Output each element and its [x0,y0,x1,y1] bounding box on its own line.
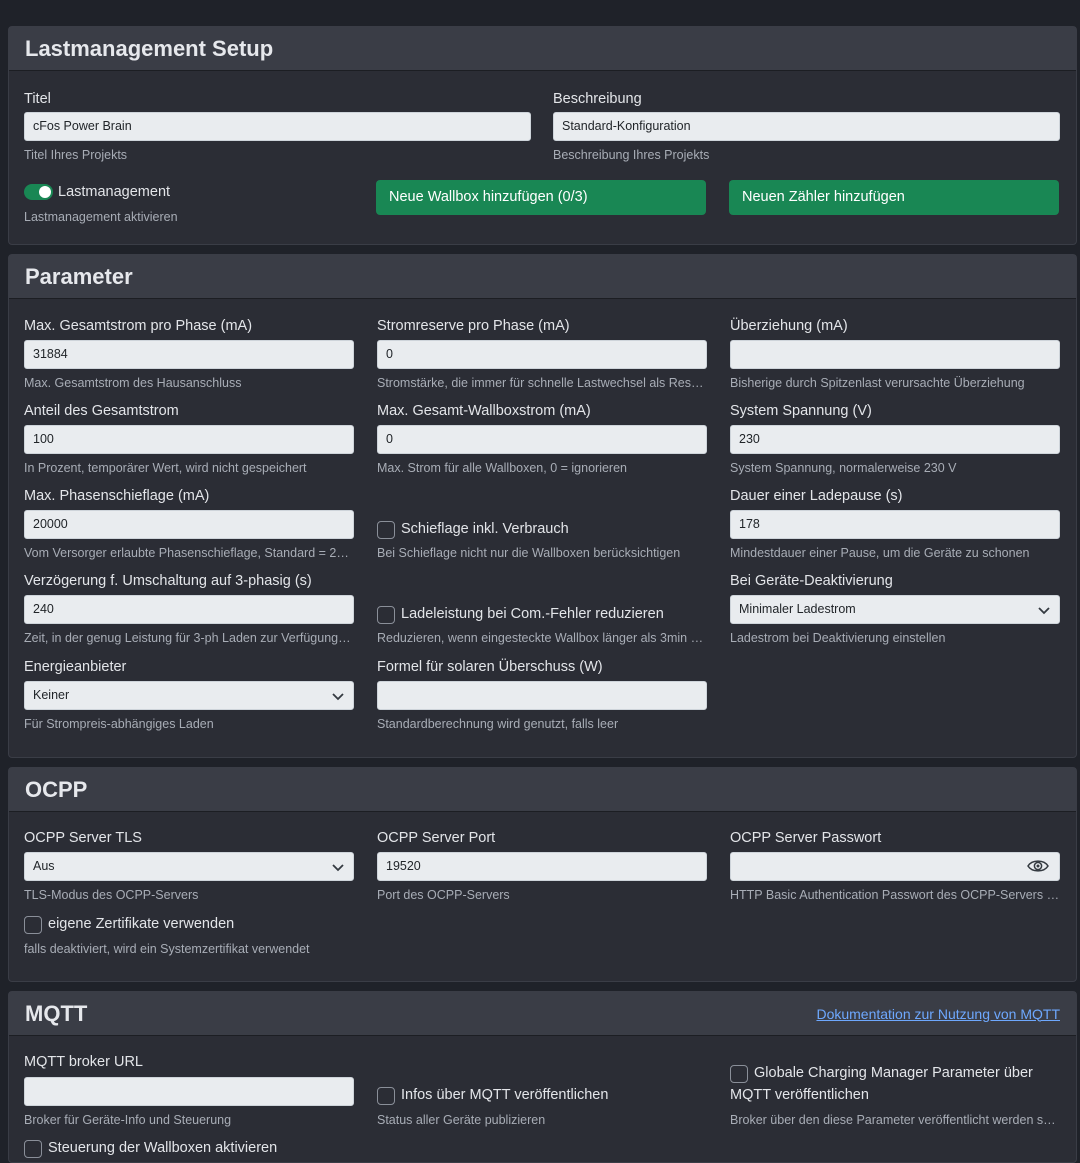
lastmanagement-toggle[interactable] [24,184,53,200]
chevron-down-icon [332,864,344,872]
energieanbieter-help: Für Strompreis-abhängiges Laden [24,717,214,731]
max-wallboxstrom-label: Max. Gesamt-Wallboxstrom (mA) [377,403,591,419]
schieflage-help: Vom Versorger erlaubte Phasenschieflage,… [24,546,354,560]
max-wallboxstrom-help: Max. Strom für alle Wallboxen, 0 = ignor… [377,461,627,475]
broker-label: MQTT broker URL [24,1054,143,1070]
max-wallboxstrom-input[interactable]: 0 [377,425,707,454]
formel-input[interactable] [377,681,707,710]
parameter-card: Parameter Max. Gesamtstrom pro Phase (mA… [8,254,1077,758]
formel-help: Standardberechnung wird genutzt, falls l… [377,717,619,731]
setup-header: Lastmanagement Setup [9,27,1076,71]
verzoegerung-help: Zeit, in der genug Leistung für 3-ph Lad… [24,631,354,645]
max-gesamtstrom-help: Max. Gesamtstrom des Hausanschluss [24,376,242,390]
spannung-input[interactable]: 230 [730,425,1060,454]
lastmanagement-label: Lastmanagement [58,184,171,200]
port-label: OCPP Server Port [377,830,496,846]
tls-help: TLS-Modus des OCPP-Servers [24,888,199,902]
mqtt-doc-link[interactable]: Dokumentation zur Nutzung von MQTT [816,1006,1060,1022]
globale-label-line1: Globale Charging Manager Parameter über [754,1065,1033,1081]
energieanbieter-select[interactable]: Keiner [24,681,354,710]
globale-label-line2: MQTT veröffentlichen [730,1087,869,1103]
stromreserve-help: Stromstärke, die immer für schnelle Last… [377,376,707,390]
beschreibung-help: Beschreibung Ihres Projekts [553,148,710,162]
infos-help: Status aller Geräte publizieren [377,1113,546,1127]
schieflage-verbrauch-checkbox[interactable] [377,521,395,539]
verzoegerung-label: Verzögerung f. Umschaltung auf 3-phasig … [24,573,312,589]
ueberziehung-label: Überziehung (mA) [730,318,848,334]
ocpp-header: OCPP [9,768,1076,812]
spannung-help: System Spannung, normalerweise 230 V [730,461,957,475]
deaktivierung-label: Bei Geräte-Deaktivierung [730,573,893,589]
toggle-knob [39,186,51,198]
stromreserve-input[interactable]: 0 [377,340,707,369]
parameter-title: Parameter [25,263,133,289]
ocpp-title: OCPP [25,776,88,802]
schieflage-verbrauch-label: Schieflage inkl. Verbrauch [401,521,569,537]
infos-label: Infos über MQTT veröffentlichen [401,1087,609,1103]
ladepause-help: Mindestdauer einer Pause, um die Geräte … [730,546,1030,560]
broker-help: Broker für Geräte-Info und Steuerung [24,1113,232,1127]
ladepause-input[interactable]: 178 [730,510,1060,539]
steuerung-label: Steuerung der Wallboxen aktivieren [48,1140,278,1156]
chevron-down-icon [1038,607,1050,615]
parameter-header: Parameter [9,255,1076,299]
ladepause-label: Dauer einer Ladepause (s) [730,488,903,504]
ueberziehung-input[interactable] [730,340,1060,369]
port-input[interactable]: 19520 [377,852,707,881]
ladeleistung-help: Reduzieren, wenn eingesteckte Wallbox lä… [377,631,707,645]
max-gesamtstrom-input[interactable]: 31884 [24,340,354,369]
steuerung-checkbox[interactable] [24,1140,42,1158]
add-meter-button[interactable]: Neuen Zähler hinzufügen [729,180,1059,215]
eye-icon[interactable] [1027,858,1049,874]
tls-label: OCPP Server TLS [24,830,142,846]
anteil-label: Anteil des Gesamtstrom [24,403,179,419]
mqtt-header: MQTT Dokumentation zur Nutzung von MQTT [9,992,1076,1036]
beschreibung-input[interactable]: Standard-Konfiguration [553,112,1060,141]
titel-input[interactable]: cFos Power Brain [24,112,531,141]
port-help: Port des OCPP-Servers [377,888,510,902]
ocpp-card: OCPP OCPP Server TLS Aus TLS-Modus des O… [8,767,1077,982]
globale-checkbox[interactable] [730,1065,748,1083]
passwort-input[interactable] [730,852,1060,881]
mqtt-card: MQTT Dokumentation zur Nutzung von MQTT … [8,991,1077,1163]
schieflage-verbrauch-help: Bei Schieflage nicht nur die Wallboxen b… [377,546,681,560]
stromreserve-label: Stromreserve pro Phase (mA) [377,318,570,334]
zertifikate-help: falls deaktiviert, wird ein Systemzertif… [24,942,310,956]
passwort-help: HTTP Basic Authentication Passwort des O… [730,888,1060,902]
max-gesamtstrom-label: Max. Gesamtstrom pro Phase (mA) [24,318,253,334]
setup-card: Lastmanagement Setup Titel cFos Power Br… [8,26,1077,245]
beschreibung-label: Beschreibung [553,91,642,107]
anteil-help: In Prozent, temporärer Wert, wird nicht … [24,461,307,475]
broker-input[interactable] [24,1077,354,1106]
mqtt-title: MQTT [25,1000,88,1026]
deaktivierung-select[interactable]: Minimaler Ladestrom [730,595,1060,624]
add-wallbox-button[interactable]: Neue Wallbox hinzufügen (0/3) [376,180,706,215]
ueberziehung-help: Bisherige durch Spitzenlast verursachte … [730,376,1025,390]
verzoegerung-input[interactable]: 240 [24,595,354,624]
titel-label: Titel [24,91,51,107]
titel-help: Titel Ihres Projekts [24,148,128,162]
zertifikate-label: eigene Zertifikate verwenden [48,916,235,932]
formel-label: Formel für solaren Überschuss (W) [377,659,603,675]
energieanbieter-value: Keiner [33,688,70,702]
energieanbieter-label: Energieanbieter [24,659,127,675]
ladeleistung-checkbox[interactable] [377,606,395,624]
chevron-down-icon [332,693,344,701]
deaktivierung-help: Ladestrom bei Deaktivierung einstellen [730,631,946,645]
tls-select[interactable]: Aus [24,852,354,881]
anteil-input[interactable]: 100 [24,425,354,454]
setup-title: Lastmanagement Setup [25,35,274,61]
tls-value: Aus [33,859,55,873]
deaktivierung-value: Minimaler Ladestrom [739,602,856,616]
schieflage-input[interactable]: 20000 [24,510,354,539]
spannung-label: System Spannung (V) [730,403,872,419]
schieflage-label: Max. Phasenschieflage (mA) [24,488,210,504]
infos-checkbox[interactable] [377,1087,395,1105]
zertifikate-checkbox[interactable] [24,916,42,934]
globale-help: Broker über den diese Parameter veröffen… [730,1113,1060,1127]
lastmanagement-help: Lastmanagement aktivieren [24,210,178,224]
passwort-label: OCPP Server Passwort [730,830,882,846]
ladeleistung-label: Ladeleistung bei Com.-Fehler reduzieren [401,606,664,622]
